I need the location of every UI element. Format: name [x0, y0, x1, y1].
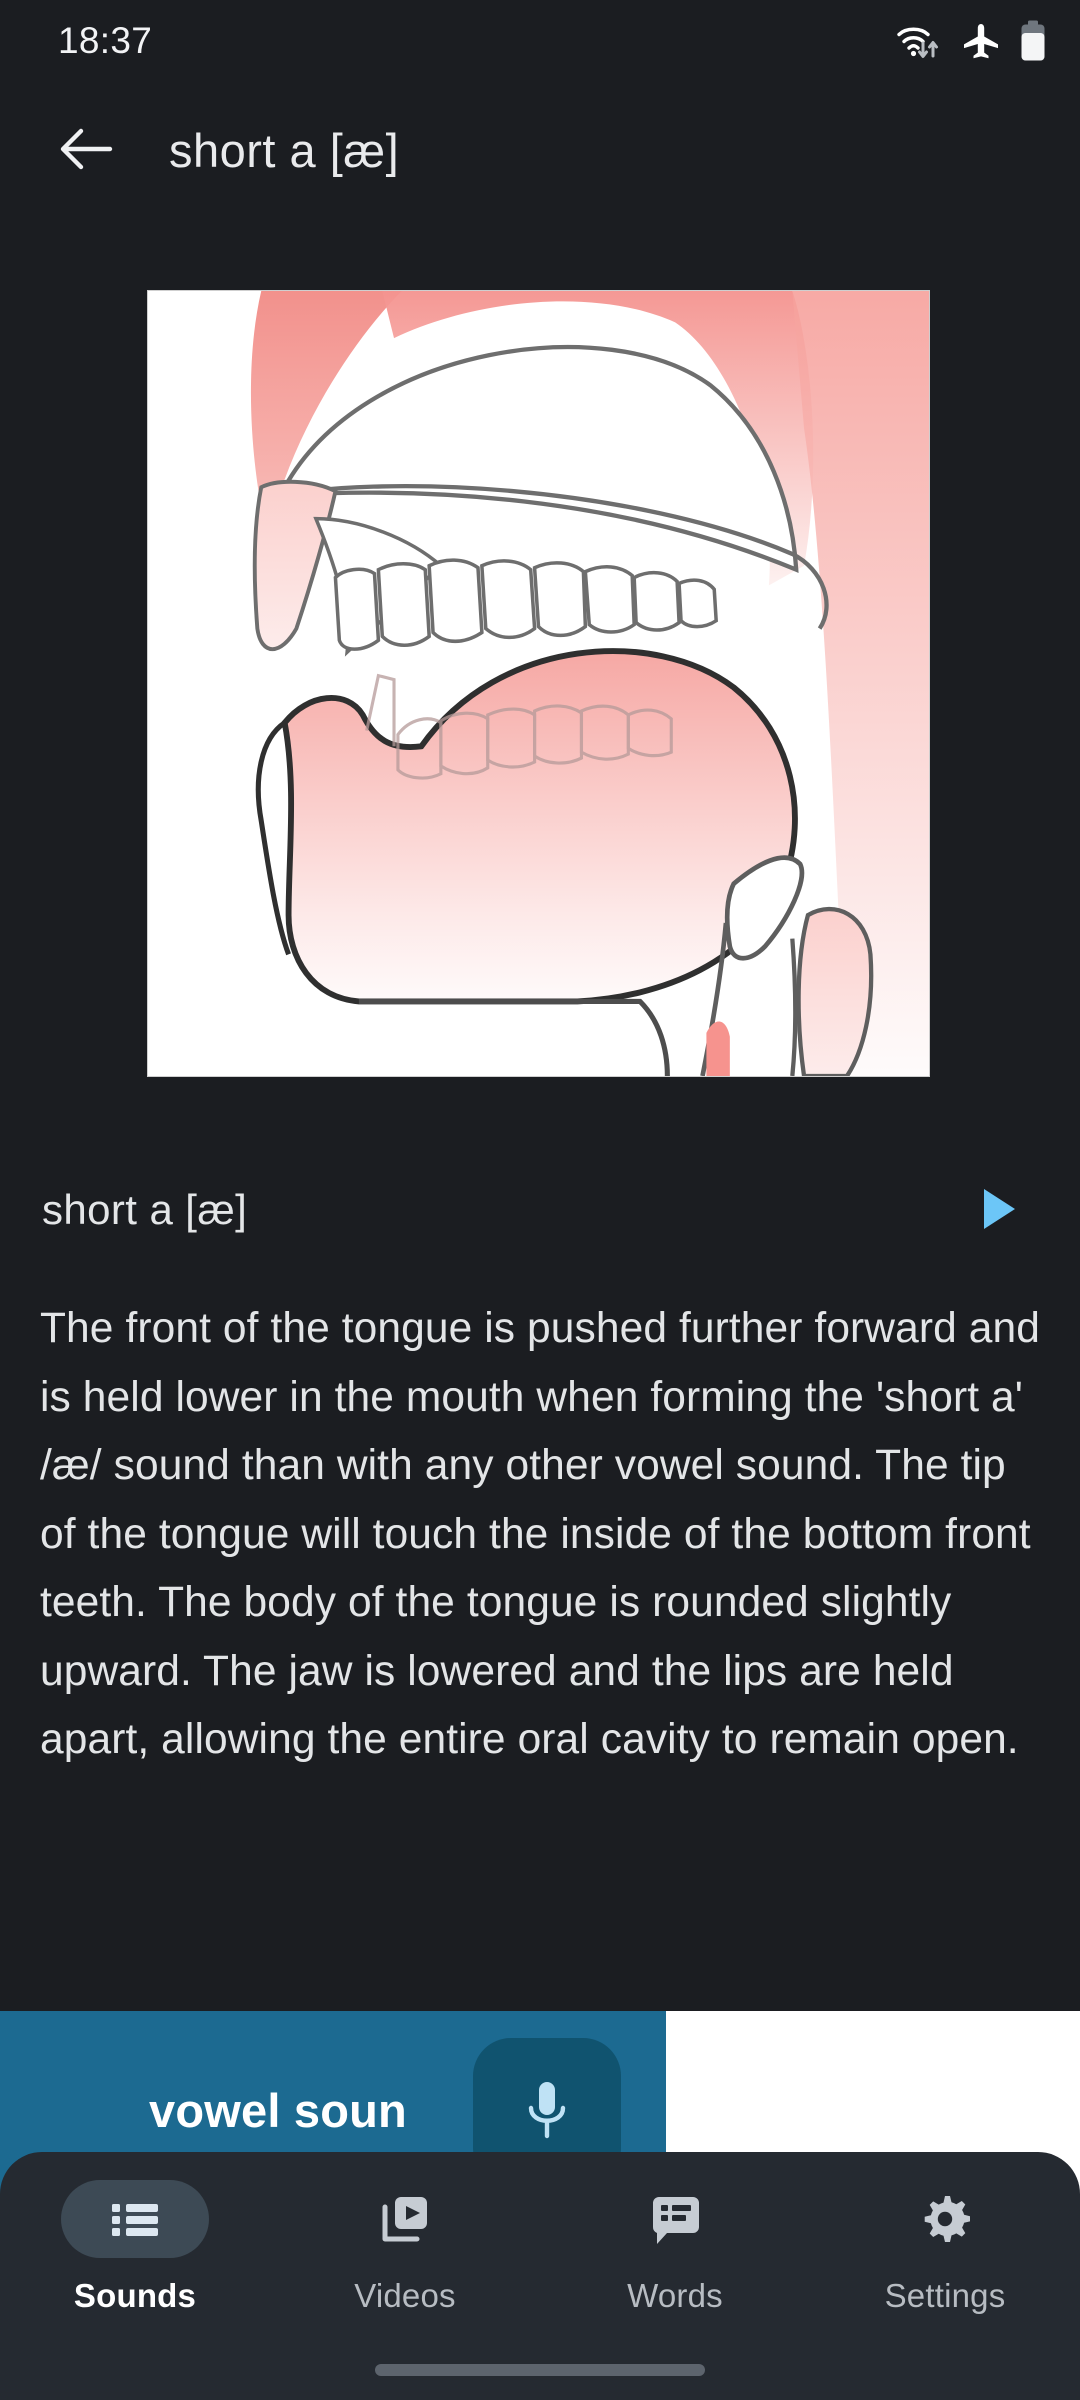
video-library-icon: [379, 2193, 431, 2245]
gesture-home-indicator[interactable]: [375, 2364, 705, 2376]
wifi-icon: [896, 21, 942, 61]
app-bar: short a [æ]: [0, 82, 1080, 218]
status-time: 18:37: [58, 20, 153, 61]
ad-banner-text: vowel soun: [149, 2084, 407, 2137]
nav-label-videos: Videos: [354, 2277, 456, 2314]
nav-item-sounds[interactable]: Sounds: [0, 2180, 270, 2315]
app-screen: 18:37 short a [æ] short a [æ] The front …: [0, 0, 1080, 2400]
sound-name-label: short a [æ]: [42, 1186, 248, 1233]
speech-bubble-list-icon: [649, 2193, 701, 2245]
airplane-mode-icon: [961, 21, 1001, 61]
nav-pill-videos: [331, 2180, 479, 2258]
status-icon-group: [896, 20, 1046, 62]
list-icon: [109, 2198, 161, 2240]
page-title: short a [æ]: [169, 123, 400, 177]
battery-icon: [1020, 20, 1046, 62]
gear-icon: [920, 2194, 970, 2244]
nav-pill-words: [601, 2180, 749, 2258]
back-arrow-icon: [58, 124, 116, 177]
nav-label-settings: Settings: [884, 2277, 1006, 2314]
play-icon: [978, 1186, 1018, 1235]
nav-item-words[interactable]: Words: [540, 2180, 810, 2315]
sound-row: short a [æ]: [0, 1155, 1080, 1265]
nav-label-words: Words: [627, 2277, 723, 2314]
nav-item-settings[interactable]: Settings: [810, 2180, 1080, 2315]
nav-pill-settings: [871, 2180, 1019, 2258]
play-sound-button[interactable]: [962, 1174, 1034, 1246]
bottom-navigation: Sounds Videos Words Settings: [0, 2152, 1080, 2400]
nav-pill-sounds: [61, 2180, 209, 2258]
mouth-diagram-svg: [148, 291, 929, 1076]
status-bar: 18:37: [0, 0, 1080, 82]
mouth-diagram: [147, 290, 930, 1077]
microphone-icon: [520, 2074, 574, 2151]
sound-description: The front of the tongue is pushed furthe…: [40, 1305, 1040, 1763]
back-button[interactable]: [44, 107, 130, 193]
nav-item-videos[interactable]: Videos: [270, 2180, 540, 2315]
nav-label-sounds: Sounds: [73, 2277, 197, 2314]
